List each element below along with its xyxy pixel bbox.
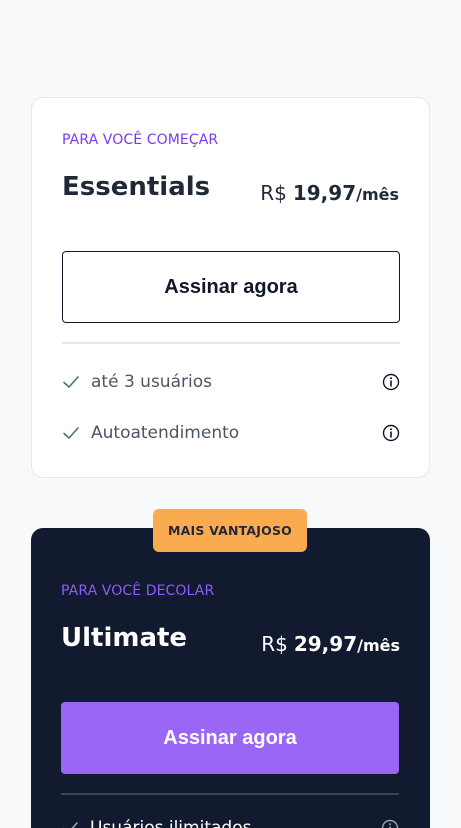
- plan-card-essentials: PARA VOCÊ COMEÇAR Essentials R$ 19,97 /m…: [31, 97, 430, 478]
- recommended-badge: MAIS VANTAJOSO: [153, 509, 307, 552]
- plan-card-ultimate: PARA VOCÊ DECOLAR Ultimate R$ 29,97 /mês…: [31, 528, 430, 828]
- feature-item: Autoatendimento: [62, 421, 400, 445]
- divider: [61, 793, 399, 795]
- divider: [62, 342, 400, 344]
- pricing-page: PARA VOCÊ COMEÇAR Essentials R$ 19,97 /m…: [0, 0, 461, 828]
- plan-eyebrow: PARA VOCÊ COMEÇAR: [62, 132, 219, 148]
- plan-name: Ultimate: [61, 623, 188, 653]
- check-icon: [63, 427, 79, 439]
- feature-item: até 3 usuários: [62, 370, 400, 394]
- subscribe-button-ultimate[interactable]: Assinar agora: [61, 702, 399, 774]
- feature-item: Usuários ilimitados: [61, 816, 399, 828]
- feature-label: Autoatendimento: [91, 423, 240, 443]
- plan-price: R$ 29,97 /mês: [261, 632, 400, 656]
- info-icon[interactable]: [382, 424, 400, 442]
- price-currency: R$: [261, 632, 288, 656]
- info-icon[interactable]: [382, 373, 400, 391]
- price-amount: 19,97: [292, 181, 357, 205]
- plan-price: R$ 19,97 /mês: [260, 181, 399, 205]
- feature-label: até 3 usuários: [91, 372, 212, 392]
- price-amount: 29,97: [293, 632, 358, 656]
- price-period: /mês: [356, 185, 399, 204]
- subscribe-button-essentials[interactable]: Assinar agora: [62, 251, 400, 323]
- feature-label: Usuários ilimitados: [90, 818, 252, 828]
- plan-name: Essentials: [62, 172, 211, 202]
- price-currency: R$: [260, 181, 287, 205]
- check-icon: [62, 822, 78, 828]
- check-icon: [63, 376, 79, 388]
- info-icon[interactable]: [381, 819, 399, 828]
- plan-eyebrow: PARA VOCÊ DECOLAR: [61, 583, 215, 599]
- price-period: /mês: [357, 636, 400, 655]
